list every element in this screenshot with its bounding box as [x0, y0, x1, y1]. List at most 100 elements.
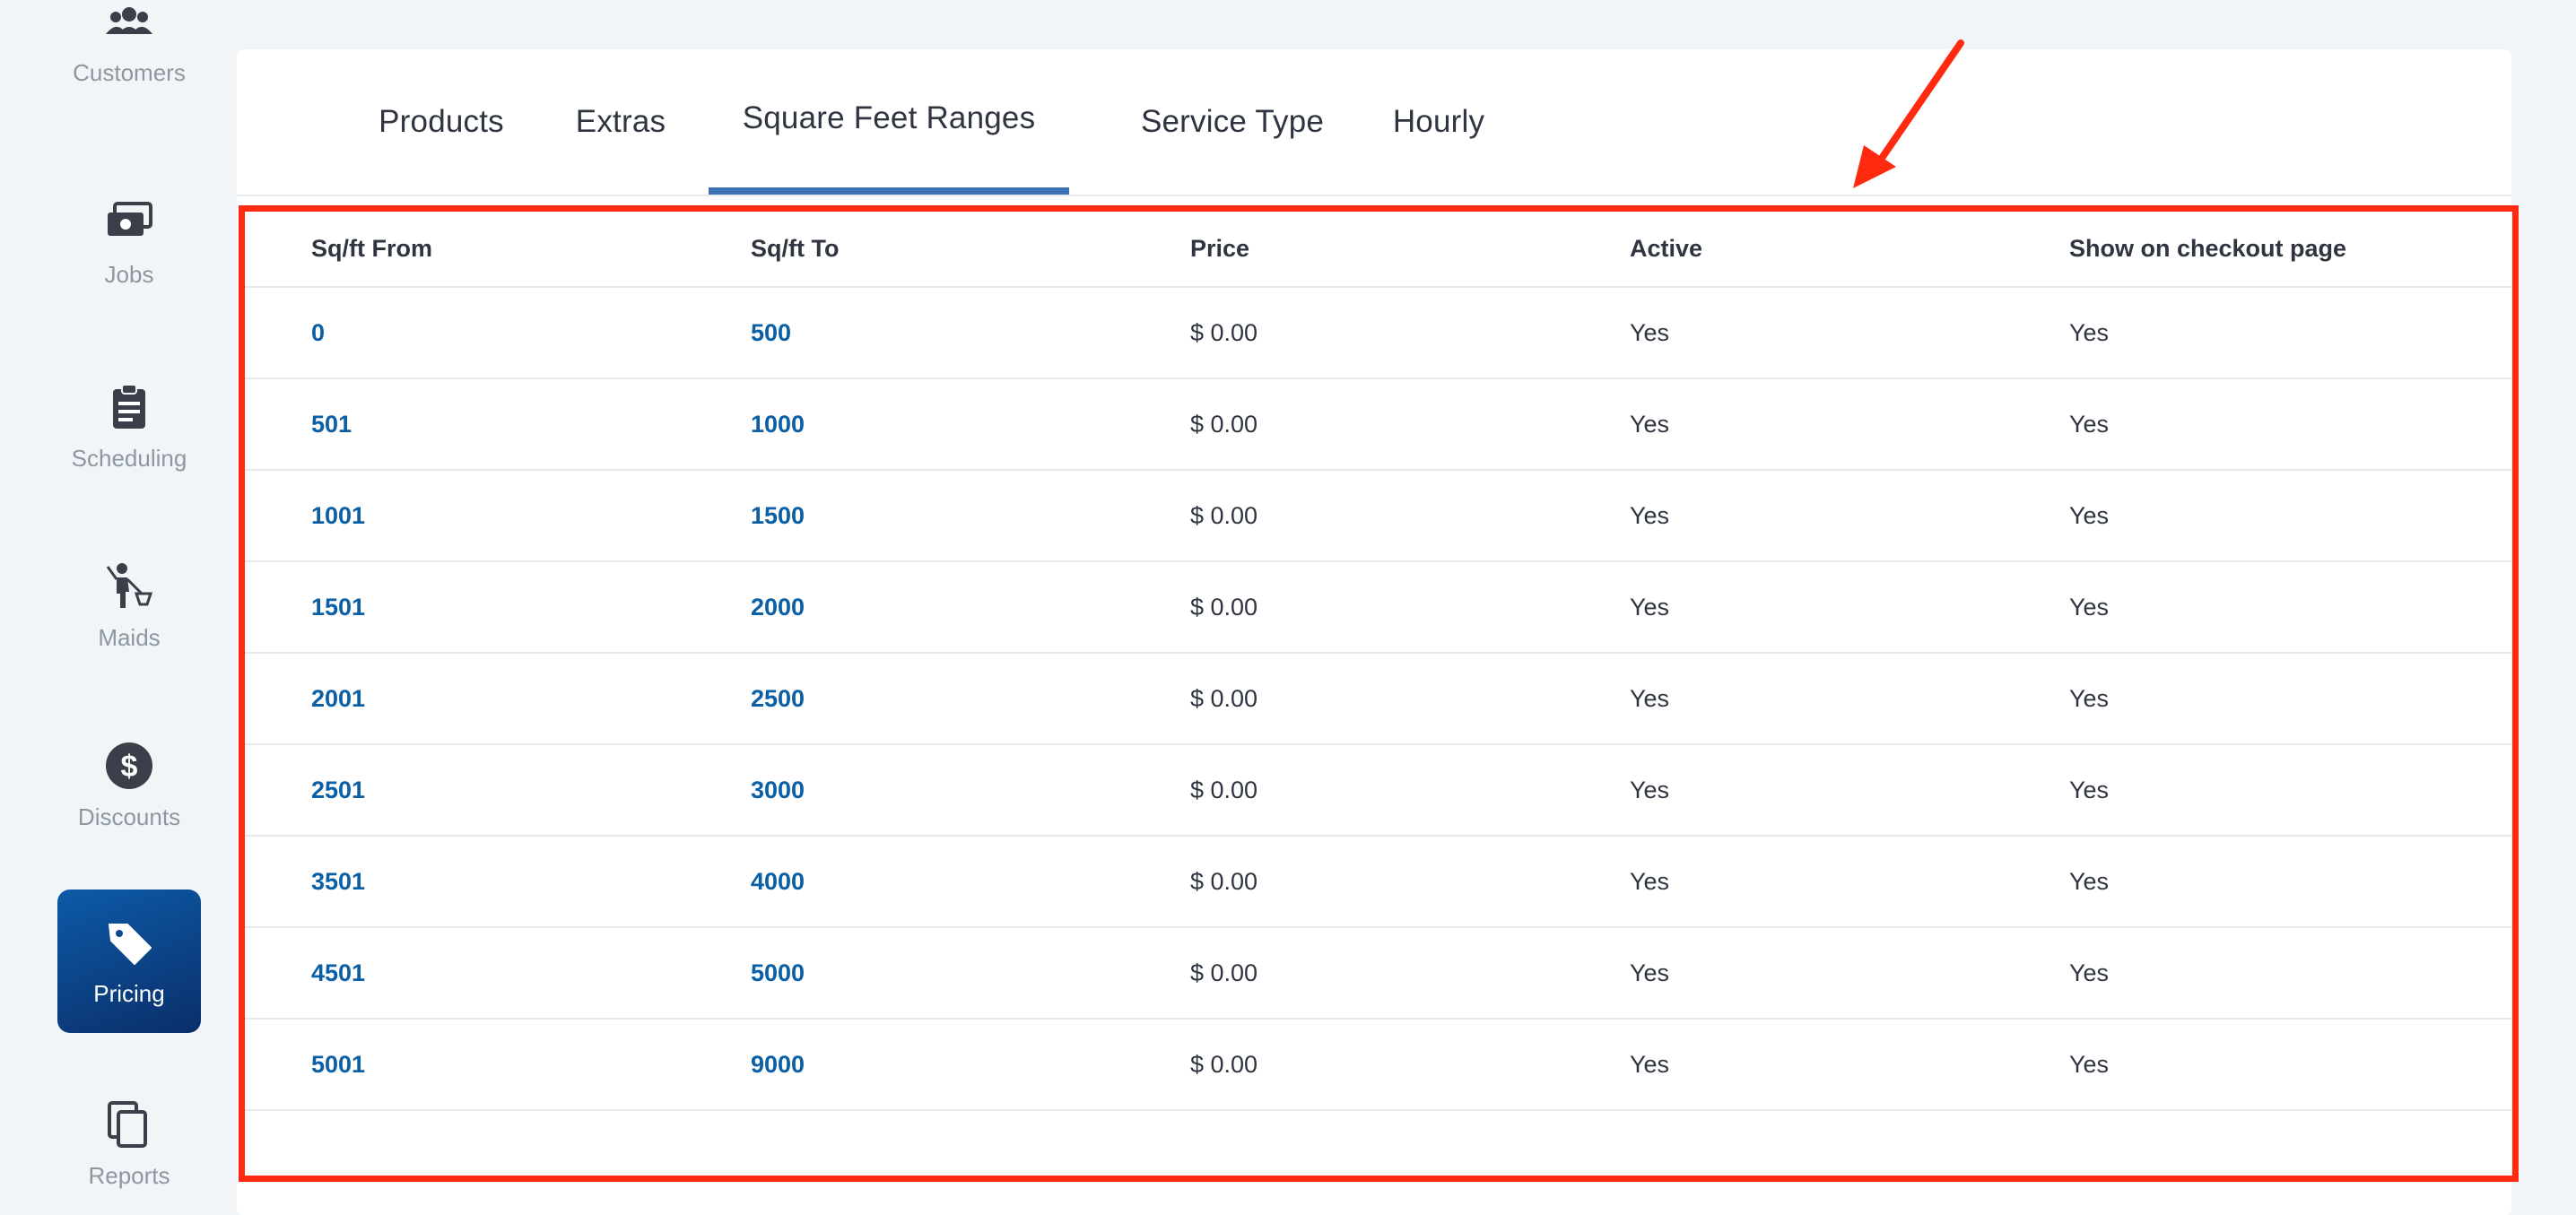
sqft-from-link[interactable]: 4501 [311, 959, 365, 986]
sidebar-item-reports[interactable]: Reports [57, 1072, 201, 1215]
table-cell: $ 0.00 [1124, 743, 1563, 836]
price-cell: $ 0.00 [1190, 410, 1258, 438]
sidebar-item-pricing[interactable]: Pricing [57, 890, 201, 1033]
table-cell: Yes [2003, 652, 2512, 744]
table-cell: Yes [1563, 743, 2003, 836]
jobs-icon [108, 201, 152, 236]
table-row: 1501 2000 $ 0.00 Yes Yes [245, 560, 2512, 653]
sqft-from-link[interactable]: 2001 [311, 685, 365, 712]
checkout-cell: Yes [2069, 410, 2110, 438]
tab-square-feet-ranges[interactable]: Square Feet Ranges [709, 49, 1069, 195]
table-cell: 2000 [684, 560, 1124, 653]
checkout-cell: Yes [2069, 501, 2110, 529]
table-cell: Yes [2003, 743, 2512, 836]
sqft-from-link[interactable]: 1001 [311, 502, 365, 529]
sqft-from-link[interactable]: 501 [311, 411, 352, 438]
price-cell: $ 0.00 [1190, 501, 1258, 529]
table-row: 2001 2500 $ 0.00 Yes Yes [245, 652, 2512, 744]
table-row: 2501 3000 $ 0.00 Yes Yes [245, 743, 2512, 836]
checkout-cell: Yes [2069, 1050, 2110, 1078]
sqft-to-link[interactable]: 500 [751, 319, 791, 346]
tab-extras[interactable]: Extras [549, 49, 692, 195]
sidebar-item-scheduling[interactable]: Scheduling [57, 354, 201, 498]
sqft-from-link[interactable]: 3501 [311, 868, 365, 895]
sqft-to-link[interactable]: 3000 [751, 777, 805, 803]
column-header-sqft-to[interactable]: Sq/ft To [684, 212, 1124, 287]
sidebar-item-discounts[interactable]: $ Discounts [57, 713, 201, 856]
table-cell: Yes [1563, 560, 2003, 653]
tab-hourly[interactable]: Hourly [1349, 49, 1528, 195]
table-cell: Yes [1563, 835, 2003, 927]
table-cell: Yes [2003, 926, 2512, 1019]
table-header-row: Sq/ft From Sq/ft To Price Active Show on… [245, 212, 2512, 287]
table-row: 4501 5000 $ 0.00 Yes Yes [245, 926, 2512, 1019]
sidebar-item-label: Reports [88, 1161, 170, 1189]
sqft-to-link[interactable]: 4000 [751, 868, 805, 895]
sidebar-item-label: Discounts [77, 803, 181, 830]
table-cell: 2001 [245, 652, 684, 744]
table-cell: $ 0.00 [1124, 926, 1563, 1019]
table-cell: Yes [1563, 469, 2003, 561]
checkout-cell: Yes [2069, 318, 2110, 346]
table-cell: $ 0.00 [1124, 378, 1563, 470]
arrow-icon [1853, 39, 1964, 188]
column-header-active[interactable]: Active [1563, 212, 2003, 287]
table-cell: 5001 [245, 1018, 684, 1111]
table-cell: 500 [684, 286, 1124, 378]
sqft-to-link[interactable]: 2500 [751, 685, 805, 712]
price-cell: $ 0.00 [1190, 1050, 1258, 1078]
table-cell: 1501 [245, 560, 684, 653]
sqft-from-link[interactable]: 0 [311, 319, 325, 346]
sidebar-item-label: Scheduling [71, 444, 187, 472]
price-cell: $ 0.00 [1190, 776, 1258, 803]
price-cell: $ 0.00 [1190, 318, 1258, 346]
table-cell: $ 0.00 [1124, 652, 1563, 744]
sqft-to-link[interactable]: 9000 [751, 1051, 805, 1078]
tag-icon [109, 923, 152, 965]
table-cell: 9000 [684, 1018, 1124, 1111]
table-cell: $ 0.00 [1124, 835, 1563, 927]
svg-text:$: $ [121, 750, 138, 784]
active-cell: Yes [1630, 776, 1670, 803]
sidebar-item-label: Jobs [104, 260, 154, 288]
checkout-cell: Yes [2069, 959, 2110, 986]
table-cell: 501 [245, 378, 684, 470]
table-cell: Yes [1563, 378, 2003, 470]
sidebar-item-maids[interactable]: Maids [57, 534, 201, 677]
active-cell: Yes [1630, 318, 1670, 346]
tab-service-type[interactable]: Service Type [1116, 49, 1349, 195]
sqft-to-link[interactable]: 1000 [751, 411, 805, 438]
table-cell: Yes [1563, 926, 2003, 1019]
table-cell: 2500 [684, 652, 1124, 744]
column-header-show-on-checkout[interactable]: Show on checkout page [2003, 212, 2512, 287]
table-cell: 0 [245, 286, 684, 378]
customers-icon [106, 6, 152, 34]
table-cell: 2501 [245, 743, 684, 836]
sqft-to-link[interactable]: 1500 [751, 502, 805, 529]
maid-icon [106, 562, 153, 608]
sqft-from-link[interactable]: 1501 [311, 594, 365, 621]
sqft-from-link[interactable]: 5001 [311, 1051, 365, 1078]
price-cell: $ 0.00 [1190, 684, 1258, 712]
sidebar-item-customers[interactable]: Customers [57, 0, 201, 112]
sidebar-item-jobs[interactable]: Jobs [57, 170, 201, 314]
table-cell: Yes [2003, 1018, 2512, 1111]
column-header-price[interactable]: Price [1124, 212, 1563, 287]
table-row: 3501 4000 $ 0.00 Yes Yes [245, 835, 2512, 927]
active-cell: Yes [1630, 867, 1670, 895]
checkout-cell: Yes [2069, 776, 2110, 803]
sqft-to-link[interactable]: 2000 [751, 594, 805, 621]
tab-products[interactable]: Products [334, 49, 549, 195]
table-cell: Yes [1563, 652, 2003, 744]
sqft-from-link[interactable]: 2501 [311, 777, 365, 803]
square-feet-ranges-table: Sq/ft From Sq/ft To Price Active Show on… [245, 212, 2512, 1111]
price-cell: $ 0.00 [1190, 867, 1258, 895]
table-row: 501 1000 $ 0.00 Yes Yes [245, 378, 2512, 470]
table-cell: Yes [2003, 378, 2512, 470]
column-header-sqft-from[interactable]: Sq/ft From [245, 212, 684, 287]
sqft-to-link[interactable]: 5000 [751, 959, 805, 986]
table-cell: 3501 [245, 835, 684, 927]
table-cell: 1500 [684, 469, 1124, 561]
active-cell: Yes [1630, 501, 1670, 529]
table-row: 0 500 $ 0.00 Yes Yes [245, 286, 2512, 378]
